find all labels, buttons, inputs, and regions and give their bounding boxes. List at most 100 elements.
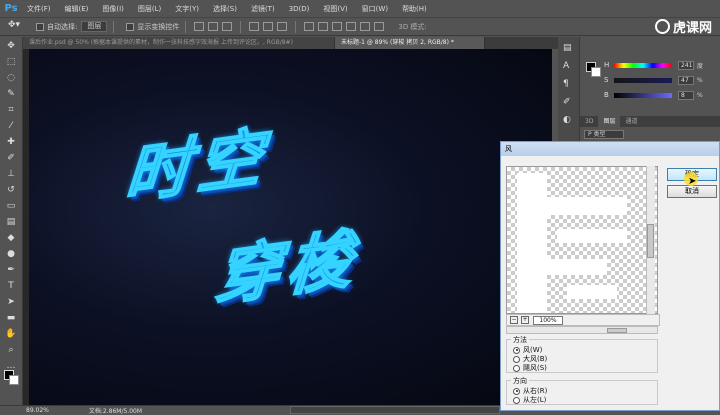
brush-panel-icon[interactable]: ✐ — [563, 97, 575, 109]
color-s-unit: % — [697, 76, 703, 84]
show-transform-checkbox[interactable] — [126, 22, 135, 31]
dialog-preview[interactable] — [506, 166, 658, 314]
distribute-hcenter-icon[interactable] — [360, 22, 371, 31]
auto-select-checkbox[interactable] — [36, 22, 44, 31]
menu-type[interactable]: 文字(Y) — [168, 4, 206, 14]
distribute-right-icon[interactable] — [374, 22, 385, 31]
brightness-slider[interactable] — [614, 92, 672, 98]
photoshop-logo: Ps — [4, 3, 18, 14]
color-h-label: H — [604, 61, 610, 69]
shape-tool-icon[interactable]: ▬ — [4, 311, 18, 325]
brush-tool-icon[interactable]: ✐ — [4, 151, 18, 165]
direction-legend: 方向 — [511, 376, 529, 386]
history-brush-icon[interactable]: ↺ — [4, 183, 18, 197]
color-row-s: S 47 % — [604, 74, 720, 86]
zoom-level[interactable]: 89.02% — [26, 407, 49, 414]
menu-file[interactable]: 文件(F) — [20, 4, 58, 14]
auto-select-label: 自动选择: — [47, 22, 78, 31]
type-tool-icon[interactable]: T — [4, 279, 18, 293]
distribute-top-icon[interactable] — [304, 22, 315, 31]
saturation-slider[interactable] — [614, 77, 672, 83]
tab-document-1[interactable]: 课后作业.psd @ 50% (根据本课提供的素材，制作一张科技感字效海报 上传… — [23, 37, 335, 49]
menu-select[interactable]: 选择(S) — [206, 4, 244, 14]
radio-dot — [513, 364, 520, 372]
color-background-swatch[interactable] — [591, 67, 601, 77]
preview-zoom-value[interactable]: 100% — [533, 315, 563, 325]
distribute-bottom-icon[interactable] — [332, 22, 343, 31]
auto-select-dropdown[interactable]: 图层 — [81, 21, 108, 32]
layer-filter-dropdown[interactable]: P 类型 — [584, 130, 624, 139]
tools-panel: ✥ ⬚ ◌ ✎ ⌗ ⁄ ✚ ✐ ⊥ ↺ ▭ ▤ ◆ ● ✒ T ➤ ▬ ✋ ⌕ … — [0, 37, 23, 405]
preview-stroke — [557, 229, 627, 243]
hue-slider[interactable] — [614, 62, 672, 68]
align-hcenter-icon[interactable] — [263, 22, 274, 31]
crop-tool-icon[interactable]: ⌗ — [4, 103, 18, 117]
paragraph-panel-icon[interactable]: ¶ — [563, 79, 575, 91]
align-right-icon[interactable] — [277, 22, 288, 31]
menu-help[interactable]: 帮助(H) — [395, 4, 434, 14]
clone-stamp-icon[interactable]: ⊥ — [4, 167, 18, 181]
radio-from-left[interactable]: 从左(L) — [513, 395, 546, 405]
tab-layers[interactable]: 图层 — [598, 116, 621, 127]
zoom-in-button[interactable]: + — [521, 316, 529, 324]
menu-layer[interactable]: 图层(L) — [131, 4, 168, 14]
color-s-value[interactable]: 47 — [678, 75, 694, 85]
divider — [295, 20, 297, 33]
quick-select-tool-icon[interactable]: ✎ — [4, 87, 18, 101]
layers-filter-row: P 类型 — [584, 129, 718, 140]
menu-edit[interactable]: 编辑(E) — [58, 4, 96, 14]
preview-hscroll-thumb[interactable] — [607, 328, 627, 333]
adjustments-panel-icon[interactable]: ◐ — [563, 115, 575, 127]
document-tabs: 课后作业.psd @ 50% (根据本课提供的素材，制作一张科技感字效海报 上传… — [23, 37, 558, 49]
move-tool-icon[interactable]: ✥ — [4, 39, 18, 53]
color-b-value[interactable]: 8 — [678, 90, 694, 100]
distribute-vcenter-icon[interactable] — [318, 22, 329, 31]
marquee-tool-icon[interactable]: ⬚ — [4, 55, 18, 69]
gradient-tool-icon[interactable]: ▤ — [4, 215, 18, 229]
color-row-h: H 241 度 — [604, 59, 720, 71]
blur-tool-icon[interactable]: ◆ — [4, 231, 18, 245]
menu-3d[interactable]: 3D(D) — [282, 5, 317, 13]
menu-window[interactable]: 窗口(W) — [355, 4, 395, 14]
options-bar: ✥▾ 自动选择: 图层 显示变换控件 3D 模式: — [0, 17, 720, 36]
document-canvas[interactable]: 时空 穿梭 — [29, 49, 552, 405]
radio-dot — [513, 387, 520, 395]
history-panel-icon[interactable]: ▤ — [563, 43, 575, 55]
align-bottom-icon[interactable] — [222, 22, 233, 31]
hand-tool-icon[interactable]: ✋ — [4, 327, 18, 341]
canvas-horizontal-scrollbar[interactable] — [290, 406, 500, 414]
zoom-tool-icon[interactable]: ⌕ — [4, 343, 18, 357]
preview-horizontal-scrollbar[interactable] — [506, 326, 658, 334]
eraser-tool-icon[interactable]: ▭ — [4, 199, 18, 213]
menu-view[interactable]: 视图(V) — [316, 4, 354, 14]
healing-brush-icon[interactable]: ✚ — [4, 135, 18, 149]
radio-dot — [513, 346, 520, 354]
brand-text: 虎课网 — [672, 21, 712, 36]
align-vcenter-icon[interactable] — [208, 22, 219, 31]
tab-3d[interactable]: 3D — [580, 116, 598, 127]
mode-3d-label: 3D 模式: — [398, 22, 427, 31]
background-color-swatch[interactable] — [9, 375, 19, 385]
menu-image[interactable]: 图像(I) — [95, 4, 131, 14]
align-left-icon[interactable] — [249, 22, 260, 31]
radio-dot — [513, 396, 520, 404]
lasso-tool-icon[interactable]: ◌ — [4, 71, 18, 85]
distribute-left-icon[interactable] — [346, 22, 357, 31]
tab-channels[interactable]: 通道 — [620, 116, 642, 127]
divider — [185, 20, 187, 33]
tab-document-2[interactable]: 未标题-1 @ 89% (穿梭 拷贝 2, RGB/8) * — [335, 37, 485, 49]
zoom-out-button[interactable]: − — [510, 316, 518, 324]
move-tool-icon[interactable]: ✥▾ — [8, 20, 30, 34]
dodge-tool-icon[interactable]: ● — [4, 247, 18, 261]
path-select-icon[interactable]: ➤ — [4, 295, 18, 309]
menu-filter[interactable]: 滤镜(T) — [244, 4, 282, 14]
menu-bar: Ps 文件(F) 编辑(E) 图像(I) 图层(L) 文字(Y) 选择(S) 滤… — [0, 0, 720, 17]
eyedropper-tool-icon[interactable]: ⁄ — [4, 119, 18, 133]
brand-logo-icon — [654, 19, 670, 34]
radio-stagger[interactable]: 飓风(S) — [513, 363, 547, 373]
align-top-icon[interactable] — [194, 22, 205, 31]
pen-tool-icon[interactable]: ✒ — [4, 263, 18, 277]
color-h-value[interactable]: 241 — [678, 60, 694, 70]
properties-panel-icon[interactable]: A — [563, 61, 575, 73]
preview-scroll-thumb[interactable] — [647, 224, 654, 258]
